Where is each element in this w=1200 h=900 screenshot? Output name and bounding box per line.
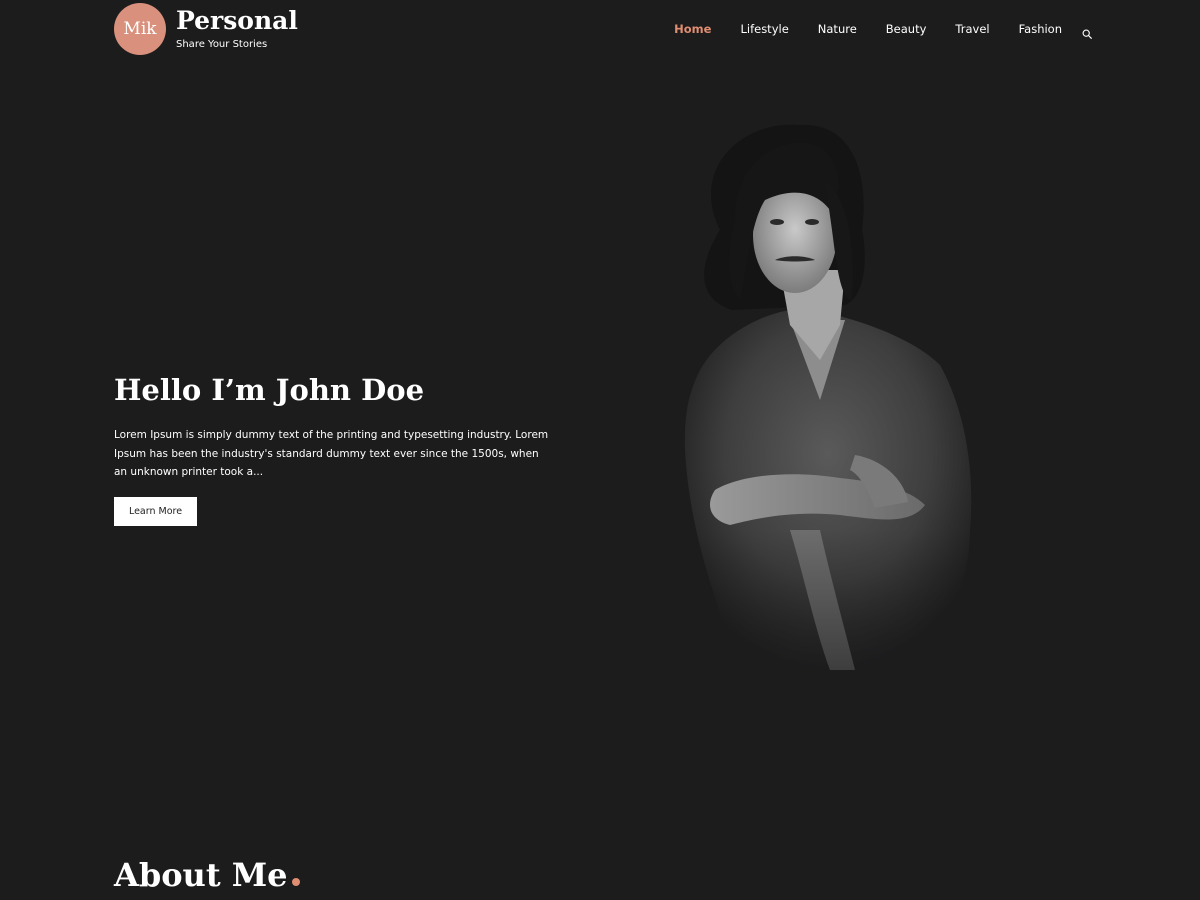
page: Mik Personal Share Your Stories Home Lif… bbox=[0, 0, 1200, 900]
nav-item-home[interactable]: Home bbox=[674, 20, 711, 38]
nav-item-fashion[interactable]: Fashion bbox=[1019, 20, 1062, 38]
accent-dot bbox=[291, 878, 300, 886]
site-title[interactable]: Personal bbox=[176, 5, 298, 37]
main-nav: Home Lifestyle Nature Beauty Travel Fash… bbox=[645, 20, 1092, 39]
hero-portrait-image bbox=[640, 110, 1020, 770]
nav-item-lifestyle[interactable]: Lifestyle bbox=[740, 20, 788, 38]
nav-item-nature[interactable]: Nature bbox=[818, 20, 857, 38]
hero-text: Lorem Ipsum is simply dummy text of the … bbox=[114, 429, 549, 478]
logo-text: Mik bbox=[123, 19, 157, 39]
hero-heading: Hello I’m John Doe bbox=[114, 373, 425, 407]
site-tagline: Share Your Stories bbox=[176, 39, 268, 50]
about-heading: About Me bbox=[114, 852, 300, 898]
logo-badge[interactable]: Mik bbox=[114, 3, 166, 55]
learn-more-button[interactable]: Learn More bbox=[114, 497, 197, 526]
site-header: Mik Personal Share Your Stories Home Lif… bbox=[0, 0, 1200, 60]
nav-item-travel[interactable]: Travel bbox=[955, 20, 989, 38]
search-icon[interactable] bbox=[1082, 24, 1092, 39]
nav-item-beauty[interactable]: Beauty bbox=[886, 20, 927, 38]
about-heading-text: About Me bbox=[114, 856, 288, 894]
